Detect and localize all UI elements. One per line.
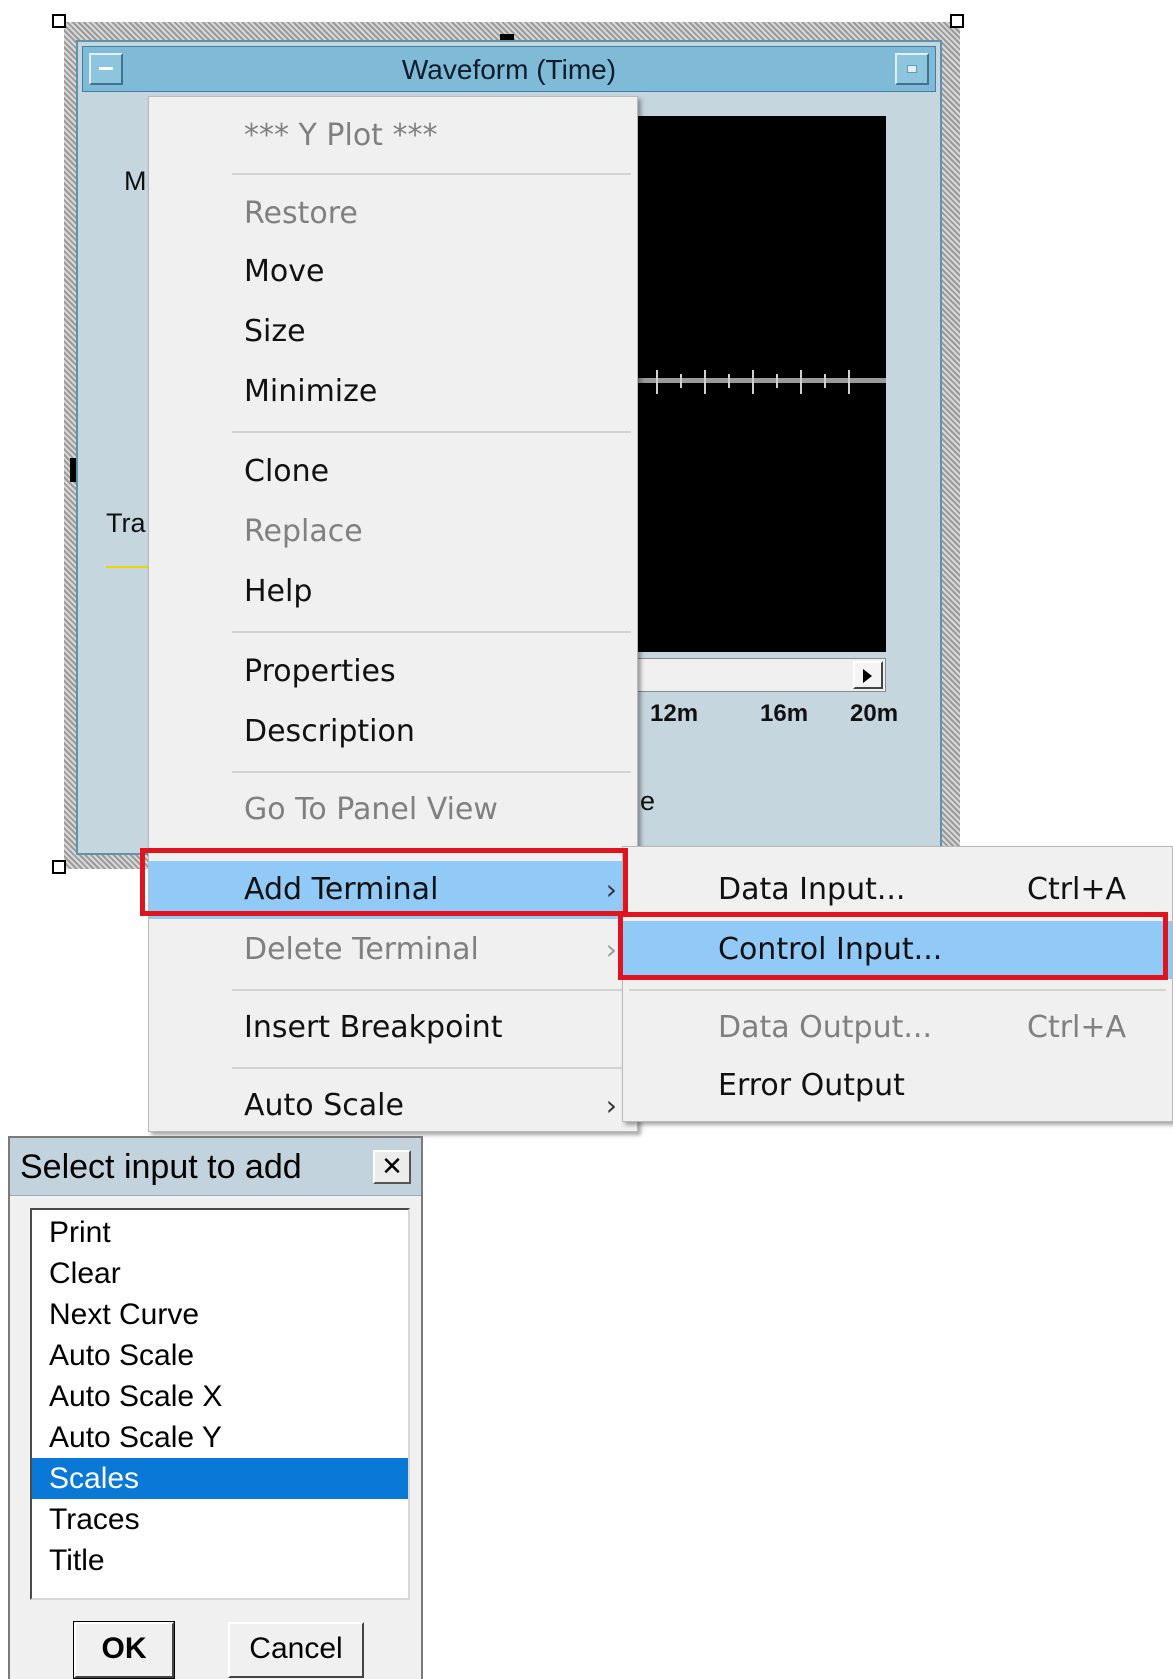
list-item[interactable]: Clear	[32, 1253, 408, 1294]
menu-item-size[interactable]: Size	[149, 303, 637, 361]
plot-display[interactable]	[622, 116, 886, 652]
list-item[interactable]: Auto Scale	[32, 1335, 408, 1376]
cancel-button[interactable]: Cancel	[228, 1622, 364, 1678]
maximize-icon[interactable]	[895, 53, 929, 85]
list-item[interactable]: Auto Scale Y	[32, 1417, 408, 1458]
list-item[interactable]: Print	[32, 1212, 408, 1253]
menu-separator	[232, 173, 631, 175]
axis-tick	[752, 370, 754, 394]
annotation-box-control-input	[618, 912, 1168, 980]
axis-tick	[656, 370, 658, 394]
axis-tick	[824, 374, 826, 388]
side-label-trace: Tra	[106, 508, 146, 538]
x-tick-label: 12m	[650, 700, 699, 727]
menu-item-auto-scale[interactable]: Auto Scale ›	[149, 1077, 637, 1135]
dialog-title-bar[interactable]: Select input to add ✕	[10, 1138, 421, 1196]
close-icon[interactable]: ✕	[373, 1150, 411, 1184]
menu-separator	[232, 631, 631, 633]
menu-item-go-to-panel-view: Go To Panel View	[244, 792, 498, 827]
menu-separator	[232, 431, 631, 433]
menu-separator	[232, 1067, 631, 1069]
submenu-item-data-input-label: Data Input...	[718, 872, 906, 907]
list-item-selected[interactable]: Scales	[32, 1458, 408, 1499]
x-tick-label: 16m	[760, 700, 809, 727]
axis-tick	[680, 374, 682, 388]
shortcut-label: Ctrl+A	[1027, 872, 1127, 907]
menu-separator	[232, 989, 631, 991]
submenu-item-data-output: Data Output... Ctrl+A	[623, 999, 1172, 1057]
axis-tick	[776, 374, 778, 388]
add-terminal-submenu: Data Input... Ctrl+A Control Input... Da…	[622, 846, 1173, 1122]
axis-tick	[728, 374, 730, 388]
submenu-item-error-output[interactable]: Error Output	[623, 1057, 1172, 1115]
list-item[interactable]: Next Curve	[32, 1294, 408, 1335]
axis-tick	[704, 370, 706, 394]
side-label-top: M	[124, 166, 147, 196]
axis-tick	[800, 370, 802, 394]
resize-handle-top-left[interactable]	[52, 14, 66, 28]
list-item[interactable]: Title	[32, 1540, 408, 1581]
plot-axis-line	[622, 378, 886, 383]
x-tick-label: 20m	[850, 700, 899, 727]
scroll-right-icon[interactable]	[853, 661, 883, 689]
resize-handle-bottom-left[interactable]	[52, 860, 66, 874]
menu-separator	[232, 771, 631, 773]
menu-item-move[interactable]: Move	[149, 243, 637, 301]
list-item[interactable]: Traces	[32, 1499, 408, 1540]
submenu-item-data-output-label: Data Output...	[718, 1010, 932, 1045]
menu-item-insert-breakpoint[interactable]: Insert Breakpoint	[149, 999, 637, 1057]
menu-item-properties[interactable]: Properties	[149, 643, 637, 701]
context-menu: *** Y Plot *** Restore Move Size Minimiz…	[148, 96, 638, 1132]
chevron-right-icon: ›	[605, 933, 617, 966]
menu-item-replace: Replace	[244, 514, 363, 549]
menu-separator	[629, 989, 1166, 991]
resize-handle-top-right[interactable]	[950, 14, 964, 28]
waveform-title-bar[interactable]: Waveform (Time)	[82, 46, 936, 92]
menu-item-minimize[interactable]: Minimize	[149, 363, 637, 421]
menu-item-help[interactable]: Help	[149, 563, 637, 621]
annotation-box-add-terminal	[140, 848, 628, 916]
select-input-dialog: Select input to add ✕ Print Clear Next C…	[8, 1136, 423, 1679]
menu-item-description[interactable]: Description	[149, 703, 637, 761]
waveform-title: Waveform (Time)	[401, 54, 617, 85]
menu-item-delete-terminal-label: Delete Terminal	[244, 932, 479, 967]
plot-scrollbar[interactable]	[622, 658, 886, 692]
shortcut-label: Ctrl+A	[1027, 1010, 1127, 1045]
menu-item-y-plot-header: *** Y Plot ***	[244, 118, 438, 153]
submenu-item-error-output-label: Error Output	[718, 1068, 905, 1103]
list-item[interactable]: Auto Scale X	[32, 1376, 408, 1417]
submenu-item-data-input[interactable]: Data Input... Ctrl+A	[623, 861, 1172, 919]
axis-tick	[848, 370, 850, 394]
input-listbox[interactable]: Print Clear Next Curve Auto Scale Auto S…	[30, 1208, 410, 1600]
menu-item-clone[interactable]: Clone	[149, 443, 637, 501]
menu-item-restore: Restore	[244, 196, 358, 231]
chevron-right-icon: ›	[605, 1089, 617, 1122]
menu-item-auto-scale-label: Auto Scale	[244, 1088, 404, 1123]
waveform-bottom-text: e	[640, 786, 656, 816]
dialog-title: Select input to add	[20, 1148, 302, 1186]
menu-item-delete-terminal: Delete Terminal ›	[149, 921, 637, 979]
ok-button[interactable]: OK	[73, 1621, 175, 1679]
